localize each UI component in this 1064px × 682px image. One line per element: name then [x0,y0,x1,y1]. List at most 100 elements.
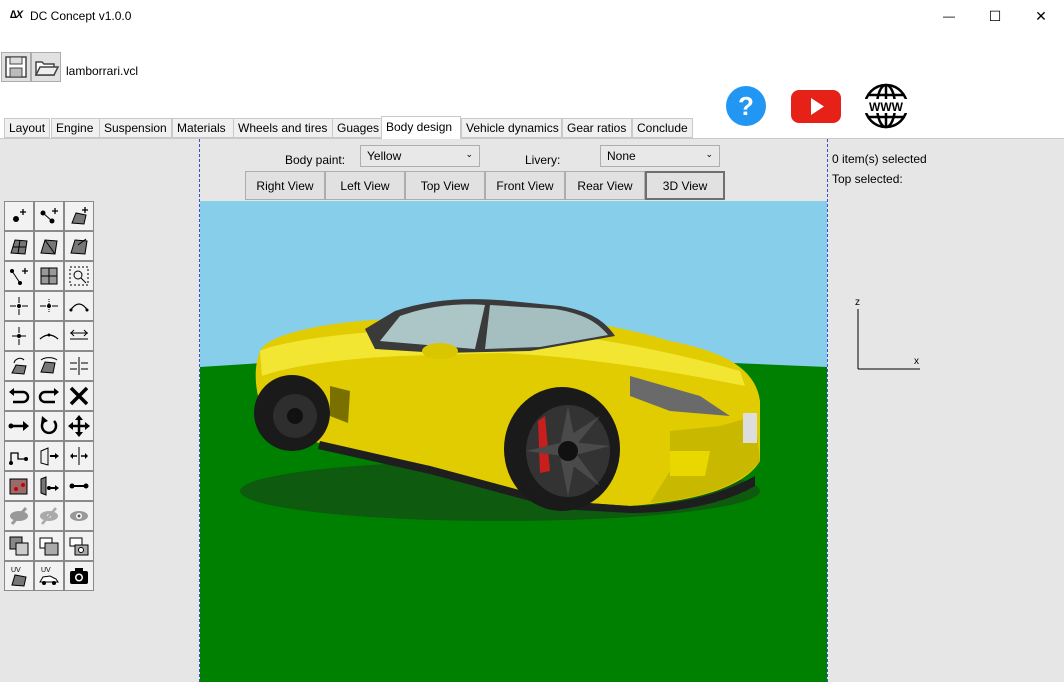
open-folder-icon [34,61,60,76]
face-split-icon [40,239,58,255]
curve-tool-button[interactable] [64,291,94,321]
livery-label: Livery: [525,153,561,167]
uv-car-tool-button[interactable]: UV [34,561,64,591]
select-region-tool-button[interactable] [4,471,34,501]
minimize-icon: — [943,9,955,23]
youtube-link[interactable] [790,84,842,128]
face-extrude-tool-button[interactable] [64,231,94,261]
add-face-tool-button[interactable] [64,201,94,231]
filename-label: lamborrari.vcl [66,64,139,78]
tab-suspension[interactable]: Suspension [99,118,172,138]
rotate-tool-button[interactable] [34,411,64,441]
hide-tool-button[interactable] [4,501,34,531]
rotate-icon [40,416,58,435]
zoom-select-tool-button[interactable] [64,261,94,291]
extend-icon [40,476,59,496]
title-bar: ∆X DC Concept v1.0.0 — ☐ ✕ [0,0,1064,32]
mirror-horizontal-tool-button[interactable] [64,441,94,471]
app-logo: ∆X [10,9,23,21]
rear-view-button[interactable]: Rear View [565,171,645,200]
front-view-button[interactable]: Front View [485,171,565,200]
minimize-button[interactable]: — [926,0,972,32]
move-all-icon [68,415,90,437]
maximize-icon: ☐ [988,7,1002,24]
mirror-tool-button[interactable] [34,441,64,471]
face-grid-tool-button[interactable] [4,231,34,261]
www-globe-icon: WWW [862,83,910,129]
3d-viewport[interactable] [200,201,827,682]
open-button[interactable] [31,52,61,82]
top-view-button[interactable]: Top View [405,171,485,200]
svg-text:WWW: WWW [869,100,904,114]
stretch-tool-button[interactable] [64,471,94,501]
uv-map-tool-button[interactable]: UV [4,561,34,591]
show-tool-button[interactable] [64,501,94,531]
tab-conclude[interactable]: Conclude [632,118,693,138]
tool-palette: UV UV [4,201,94,591]
tab-gear-ratios[interactable]: Gear ratios [562,118,632,138]
move-horizontal-tool-button[interactable] [4,411,34,441]
tab-guages[interactable]: Guages [332,118,382,138]
camera-tool-button[interactable] [64,561,94,591]
copy-layer-tool-button[interactable] [4,531,34,561]
tab-engine[interactable]: Engine [51,118,102,138]
livery-select[interactable]: None ⌄ [600,145,720,167]
snap-tool-button[interactable] [4,441,34,471]
svg-text:UV: UV [11,567,21,574]
z-axis-label: z [855,297,860,308]
help-link[interactable]: ? [724,84,768,128]
merge-center-tool-button[interactable] [4,291,34,321]
layers-tool-button[interactable] [64,531,94,561]
help-icon: ? [726,86,766,126]
hide-others-tool-button[interactable] [34,501,64,531]
smooth-curve-tool-button[interactable] [34,321,64,351]
svg-text:?: ? [738,91,754,121]
curve-icon [69,303,89,312]
align-tool-button[interactable] [64,351,94,381]
merge-vertical-tool-button[interactable] [4,321,34,351]
rotate-face-tool-button[interactable] [4,351,34,381]
3d-view-button[interactable]: 3D View [645,171,725,200]
mirror-horizontal-icon [70,447,88,465]
connect-vertices-tool-button[interactable] [4,261,34,291]
merge-horizontal-icon [40,299,58,313]
spread-tool-button[interactable] [64,321,94,351]
tab-vehicle-dynamics[interactable]: Vehicle dynamics [461,118,562,138]
chevron-down-icon: ⌄ [705,149,713,159]
paste-layer-icon [39,537,59,556]
undo-icon [9,388,30,404]
delete-tool-button[interactable] [64,381,94,411]
svg-text:UV: UV [41,567,51,574]
extend-tool-button[interactable] [34,471,64,501]
paste-layer-tool-button[interactable] [34,531,64,561]
grid-select-tool-button[interactable] [34,261,64,291]
x-axis-label: x [914,356,919,367]
redo-tool-button[interactable] [34,381,64,411]
livery-value: None [607,149,636,163]
spread-icon [70,329,88,340]
tab-body-design[interactable]: Body design [381,116,461,139]
save-button[interactable] [1,52,31,82]
face-split-tool-button[interactable] [34,231,64,261]
right-view-button[interactable]: Right View [245,171,325,200]
undo-tool-button[interactable] [4,381,34,411]
tab-layout[interactable]: Layout [4,118,50,138]
stretch-icon [69,483,89,489]
tab-materials[interactable]: Materials [172,118,234,138]
merge-horizontal-tool-button[interactable] [34,291,64,321]
left-view-button[interactable]: Left View [325,171,405,200]
add-edge-tool-button[interactable] [34,201,64,231]
flip-face-tool-button[interactable] [34,351,64,381]
maximize-button[interactable]: ☐ [972,0,1018,32]
add-vertex-tool-button[interactable] [4,201,34,231]
close-button[interactable]: ✕ [1018,0,1064,32]
merge-vertical-icon [12,327,26,345]
tab-wheels-and-tires[interactable]: Wheels and tires [233,118,334,138]
website-link[interactable]: WWW [862,82,910,130]
floppy-disk-icon [5,56,27,78]
move-all-tool-button[interactable] [64,411,94,441]
body-paint-select[interactable]: Yellow ⌄ [360,145,480,167]
body-design-panel: UV UV Body paint: Yellow ⌄ Livery: None ⌄… [0,138,1064,682]
close-icon: ✕ [1035,7,1047,24]
uv-car-icon: UV [39,567,59,585]
